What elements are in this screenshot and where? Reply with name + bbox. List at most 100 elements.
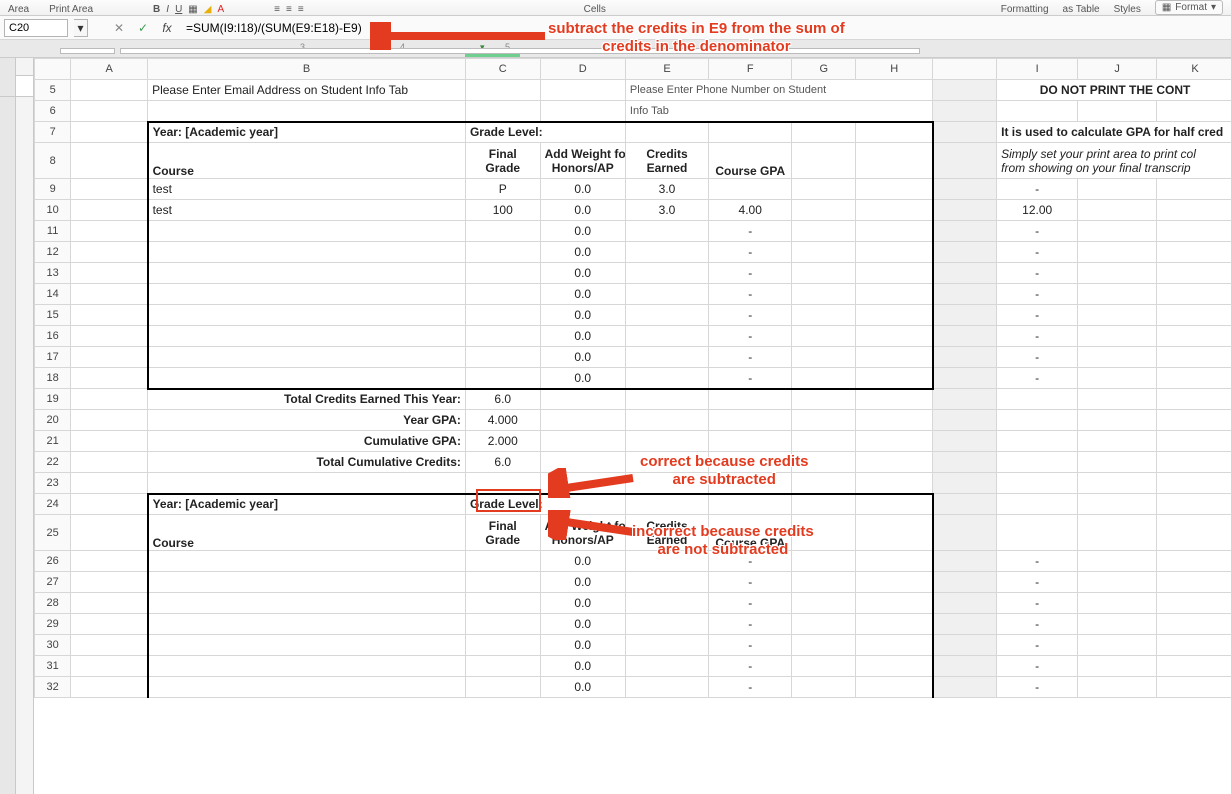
ribbon-label[interactable]: Cells: [584, 4, 606, 15]
cell[interactable]: 3.0: [625, 200, 708, 221]
formula-input[interactable]: =SUM(I9:I18)/(SUM(E9:E18)-E9): [182, 21, 1227, 35]
row-header[interactable]: 30: [35, 635, 71, 656]
name-box[interactable]: [4, 19, 68, 37]
row-header[interactable]: 14: [35, 284, 71, 305]
confirm-formula-button[interactable]: ✓: [134, 21, 152, 35]
cell[interactable]: -: [709, 656, 792, 677]
ribbon-label[interactable]: Print Area: [49, 4, 93, 15]
cell[interactable]: -: [997, 656, 1078, 677]
col-header[interactable]: C: [465, 59, 540, 80]
cell[interactable]: 0.0: [540, 368, 625, 389]
row-header[interactable]: 10: [35, 200, 71, 221]
col-header[interactable]: F: [709, 59, 792, 80]
cell[interactable]: -: [997, 572, 1078, 593]
fill-color-icon[interactable]: ◢: [204, 4, 212, 15]
font-color-icon[interactable]: A: [217, 4, 224, 15]
cell[interactable]: -: [709, 614, 792, 635]
ribbon-label[interactable]: as Table: [1063, 4, 1100, 15]
cell[interactable]: test: [148, 179, 466, 200]
cell[interactable]: 2.000: [465, 431, 540, 452]
active-cell[interactable]: 4.000: [465, 410, 540, 431]
cell[interactable]: 0.0: [540, 305, 625, 326]
cell[interactable]: 0.0: [540, 593, 625, 614]
cell[interactable]: -: [709, 635, 792, 656]
cell[interactable]: -: [709, 551, 792, 572]
row-header[interactable]: 15: [35, 305, 71, 326]
row-header[interactable]: 23: [35, 473, 71, 494]
col-header[interactable]: G: [792, 59, 856, 80]
cell[interactable]: -: [997, 551, 1078, 572]
cell[interactable]: Grade Level:: [465, 494, 625, 515]
cell[interactable]: -: [709, 221, 792, 242]
cell[interactable]: 0.0: [540, 572, 625, 593]
col-header[interactable]: K: [1157, 59, 1231, 80]
cell[interactable]: Info Tab: [625, 101, 932, 122]
cell[interactable]: Year GPA:: [148, 410, 466, 431]
cell[interactable]: -: [709, 347, 792, 368]
row-header[interactable]: 13: [35, 263, 71, 284]
row-header[interactable]: 8: [35, 143, 71, 179]
cell[interactable]: 3.0: [625, 179, 708, 200]
cell[interactable]: 0.0: [540, 656, 625, 677]
cell[interactable]: Simply set your print area to print colf…: [997, 143, 1231, 179]
cell[interactable]: Total Credits Earned This Year:: [148, 389, 466, 410]
name-box-dropdown[interactable]: ▾: [74, 19, 88, 37]
col-header[interactable]: A: [71, 59, 148, 80]
row-header[interactable]: 32: [35, 677, 71, 698]
cell[interactable]: -: [709, 242, 792, 263]
col-header[interactable]: H: [856, 59, 933, 80]
row-header[interactable]: 31: [35, 656, 71, 677]
cell[interactable]: 0.0: [540, 179, 625, 200]
cell[interactable]: CreditsEarned: [625, 143, 708, 179]
cell[interactable]: Year: [Academic year]: [148, 122, 466, 143]
cell[interactable]: -: [709, 677, 792, 698]
spreadsheet-grid[interactable]: A B C D E F G H I J K 5 Please Enter Ema…: [34, 58, 1231, 794]
cell[interactable]: 0.0: [540, 614, 625, 635]
row-header[interactable]: 28: [35, 593, 71, 614]
cell[interactable]: Course GPA: [709, 515, 792, 551]
row-header[interactable]: 9: [35, 179, 71, 200]
cell[interactable]: Course: [148, 143, 466, 179]
cell[interactable]: DO NOT PRINT THE CONT: [997, 80, 1231, 101]
cell[interactable]: -: [997, 614, 1078, 635]
row-header[interactable]: 19: [35, 389, 71, 410]
cell[interactable]: Please Enter Phone Number on Student: [625, 80, 932, 101]
col-header[interactable]: E: [625, 59, 708, 80]
row-header[interactable]: 17: [35, 347, 71, 368]
cell[interactable]: -: [997, 305, 1078, 326]
align-right-icon[interactable]: ≡: [298, 4, 304, 15]
row-header[interactable]: 22: [35, 452, 71, 473]
cell[interactable]: -: [997, 221, 1078, 242]
cell[interactable]: -: [997, 179, 1078, 200]
cell[interactable]: FinalGrade: [465, 515, 540, 551]
ribbon-label[interactable]: Formatting: [1001, 4, 1049, 15]
cell[interactable]: -: [997, 368, 1078, 389]
cell[interactable]: 6.0: [465, 452, 540, 473]
cell[interactable]: -: [709, 326, 792, 347]
cell[interactable]: 0.0: [540, 551, 625, 572]
cell[interactable]: CreditsEarned: [625, 515, 708, 551]
cell[interactable]: Total Cumulative Credits:: [148, 452, 466, 473]
cell[interactable]: test: [148, 200, 466, 221]
row-header[interactable]: 18: [35, 368, 71, 389]
cell[interactable]: -: [997, 347, 1078, 368]
row-header[interactable]: 20: [35, 410, 71, 431]
cell[interactable]: 12.00: [997, 200, 1078, 221]
cell[interactable]: -: [997, 677, 1078, 698]
cell[interactable]: 0.0: [540, 221, 625, 242]
cell[interactable]: P: [465, 179, 540, 200]
cell[interactable]: 0.0: [540, 347, 625, 368]
cell[interactable]: -: [709, 305, 792, 326]
border-icon[interactable]: ▦: [188, 4, 197, 15]
cell[interactable]: -: [997, 242, 1078, 263]
cell[interactable]: -: [709, 593, 792, 614]
cell[interactable]: -: [709, 284, 792, 305]
cell[interactable]: -: [709, 368, 792, 389]
cell[interactable]: -: [709, 263, 792, 284]
cell[interactable]: Please Enter Email Address on Student In…: [148, 80, 466, 101]
col-header[interactable]: D: [540, 59, 625, 80]
cell[interactable]: -: [997, 284, 1078, 305]
col-header[interactable]: B: [148, 59, 466, 80]
cell[interactable]: Year: [Academic year]: [148, 494, 466, 515]
cell[interactable]: 0.0: [540, 263, 625, 284]
